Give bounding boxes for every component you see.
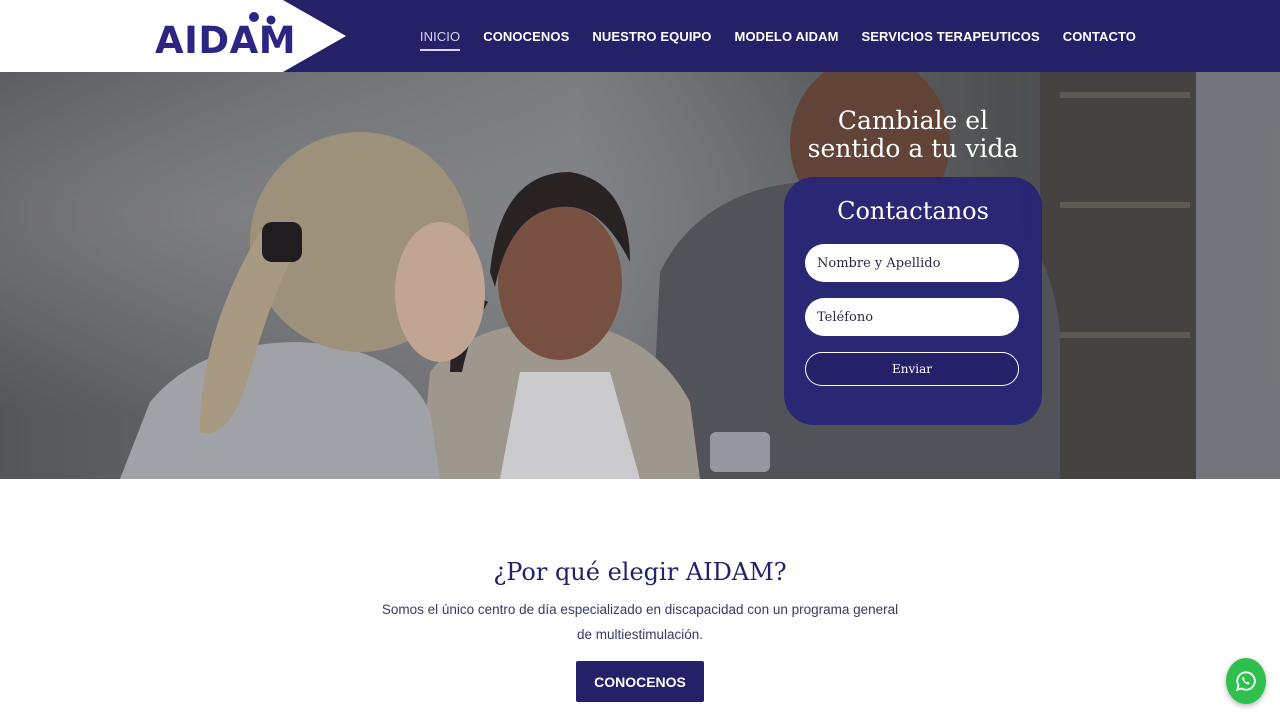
hero-title: Cambiale el sentido a tu vida (807, 106, 1019, 163)
contact-form: Contactanos Enviar (784, 177, 1042, 425)
nav-item-modelo-aidam[interactable]: MODELO AIDAM (735, 25, 839, 48)
name-input[interactable] (805, 244, 1019, 282)
site-header: AIDAM INICIO CONOCENOS NUESTRO EQUIPO MO… (0, 0, 1280, 72)
send-button[interactable]: Enviar (805, 352, 1019, 386)
conocenos-button[interactable]: CONOCENOS (576, 661, 704, 702)
hero-section: Cambiale el sentido a tu vida Contactano… (0, 72, 1280, 479)
contact-form-title: Contactanos (837, 197, 989, 225)
nav-item-contacto[interactable]: CONTACTO (1063, 25, 1136, 48)
phone-input[interactable] (805, 298, 1019, 336)
whatsapp-icon (1235, 671, 1256, 692)
nav-item-inicio[interactable]: INICIO (419, 25, 461, 51)
nav-item-conocenos[interactable]: CONOCENOS (483, 25, 569, 48)
nav-item-nuestro-equipo[interactable]: NUESTRO EQUIPO (592, 25, 711, 48)
why-description: Somos el único centro de día especializa… (381, 602, 899, 642)
whatsapp-button[interactable] (1226, 658, 1266, 704)
hero-overlay (0, 72, 1280, 479)
nav-item-servicios-terapeuticos[interactable]: SERVICIOS TERAPEUTICOS (862, 25, 1040, 48)
why-title: ¿Por qué elegir AIDAM? (493, 558, 787, 586)
main-nav: INICIO CONOCENOS NUESTRO EQUIPO MODELO A… (419, 0, 1136, 72)
logo-dots-icon (249, 12, 276, 25)
